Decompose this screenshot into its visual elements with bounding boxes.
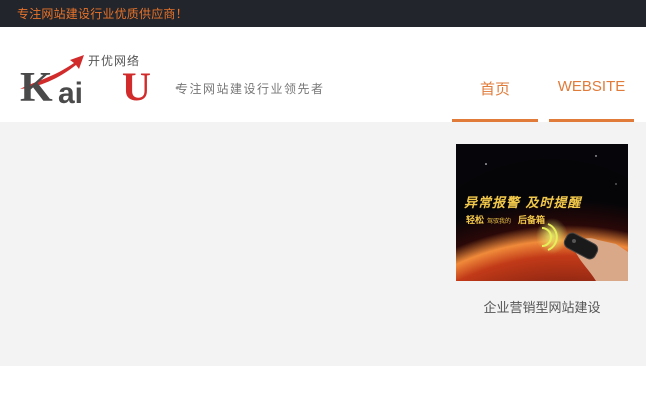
nav-item-website[interactable]: WEBSITE (549, 27, 634, 122)
nav-item-home[interactable]: 首页 (452, 27, 538, 122)
top-bar: 专注网站建设行业优质供应商！ (0, 0, 646, 27)
product-card-caption[interactable]: 企业营销型网站建设 (456, 297, 628, 316)
nav-item-website-label: WEBSITE (557, 78, 626, 95)
logo-letters-ai: ai (58, 77, 84, 110)
nav-item-home-label: 首页 (479, 81, 510, 98)
top-bar-tagline: 专注网站建设行业优质供应商！ (17, 7, 188, 21)
product-card-image[interactable]: 异常报警 及时提醒 轻松 驾驭我的 后备箱 (456, 144, 628, 281)
banner-subline-b: 驾驭我的 (487, 218, 512, 225)
banner-subline-c: 后备箱 (518, 216, 546, 226)
site-logo[interactable]: 开优网络 K ai U (18, 51, 153, 111)
logo-letter-k: K (20, 65, 53, 111)
logo-letter-u: U (122, 64, 151, 109)
main-content: 异常报警 及时提醒 轻松 驾驭我的 后备箱 企业营销型网站建设 (0, 122, 646, 366)
banner-headline: 异常报警 及时提醒 (464, 196, 582, 211)
banner-subline-a: 轻松 (466, 216, 485, 226)
header-slogan: 专注网站建设行业领先者 (176, 82, 325, 96)
